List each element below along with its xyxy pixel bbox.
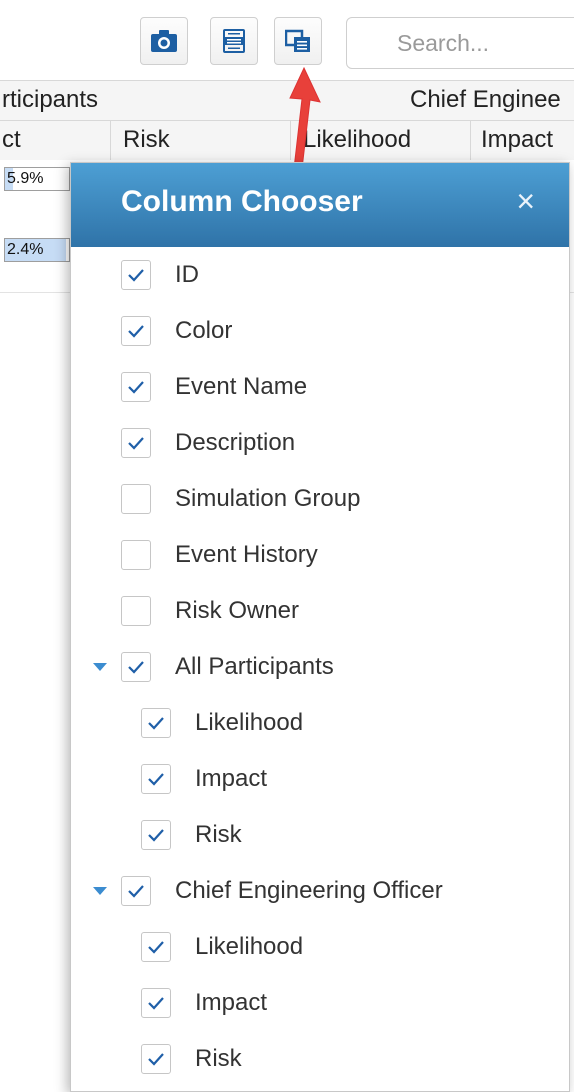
expand-caret-icon[interactable] [93,887,107,895]
checkbox[interactable] [121,596,151,626]
checkbox[interactable] [121,652,151,682]
column-option[interactable]: Risk [141,1031,561,1087]
column-option-label: Risk [195,821,242,848]
column-header-impact[interactable]: ct [0,121,110,160]
header-group-chief-engineering[interactable]: Chief Enginee [410,81,574,120]
checkbox[interactable] [121,876,151,906]
search-input[interactable]: Search... [346,17,574,69]
column-option-label: Event Name [175,373,308,400]
checkbox[interactable] [121,372,151,402]
column-option-label: Color [175,317,233,344]
check-icon [128,437,144,450]
column-option-label: Simulation Group [175,485,361,512]
column-option-label: Likelihood [195,709,304,736]
column-option-label: Risk Owner [175,597,300,624]
column-option[interactable]: Color [121,303,541,359]
expand-caret-icon[interactable] [93,663,107,671]
xlsx-export-icon [223,29,245,53]
check-icon [128,381,144,394]
checkbox[interactable] [121,540,151,570]
percent-cell: 2.4% [4,238,70,262]
column-option[interactable]: Event History [121,527,541,583]
column-option-label: Likelihood [195,933,304,960]
checkbox[interactable] [141,988,171,1018]
check-icon [148,1053,164,1066]
header-group-all-participants[interactable]: rticipants [0,81,300,120]
column-option-label: Impact [195,989,268,1016]
check-icon [148,941,164,954]
column-option[interactable]: Impact [141,975,561,1031]
checkbox[interactable] [141,764,171,794]
column-option-label: All Participants [175,653,334,680]
check-icon [148,829,164,842]
column-option-label: ID [175,261,199,288]
column-option-label: Impact [195,765,268,792]
checkbox[interactable] [141,1044,171,1074]
check-icon [128,661,144,674]
column-option[interactable]: Likelihood [141,695,561,751]
column-header-risk[interactable]: Risk [110,121,290,160]
camera-icon [151,30,177,52]
column-option[interactable]: Impact [141,751,561,807]
dialog-title: Column Chooser [121,185,363,218]
check-icon [148,717,164,730]
column-option[interactable]: Chief Engineering Officer [121,863,541,919]
xlsx-export-button[interactable] [210,17,258,65]
column-chooser-dialog: Column Chooser × ID Color Event Name Descri… [70,162,570,1092]
column-option[interactable]: Risk Owner [121,583,541,639]
close-icon[interactable]: × [516,181,535,221]
checkbox[interactable] [121,316,151,346]
checkbox[interactable] [141,708,171,738]
checkbox[interactable] [141,932,171,962]
column-chooser-button[interactable] [274,17,322,65]
column-option[interactable]: Event Name [121,359,541,415]
check-icon [128,269,144,282]
column-option[interactable]: Likelihood [141,919,561,975]
column-option[interactable]: Description [121,415,541,471]
column-option-label: Description [175,429,296,456]
check-icon [128,885,144,898]
dialog-header[interactable]: Column Chooser × [71,163,569,247]
column-option-label: Event History [175,541,318,568]
checkbox[interactable] [121,260,151,290]
percent-cell: 5.9% [4,167,70,191]
check-icon [148,773,164,786]
check-icon [128,325,144,338]
column-option[interactable]: ID [121,247,541,303]
column-chooser-icon [285,29,310,52]
column-option[interactable]: Simulation Group [121,471,541,527]
checkbox[interactable] [121,484,151,514]
column-header-impact-2[interactable]: Impact [470,121,574,160]
check-icon [148,997,164,1010]
column-option-label: Risk [195,1045,242,1072]
column-option[interactable]: All Participants [121,639,541,695]
checkbox[interactable] [121,428,151,458]
column-option-label: Chief Engineering Officer [175,877,443,904]
camera-button[interactable] [140,17,188,65]
column-option[interactable]: Risk [141,807,561,863]
search-placeholder: Search... [397,30,490,56]
checkbox[interactable] [141,820,171,850]
